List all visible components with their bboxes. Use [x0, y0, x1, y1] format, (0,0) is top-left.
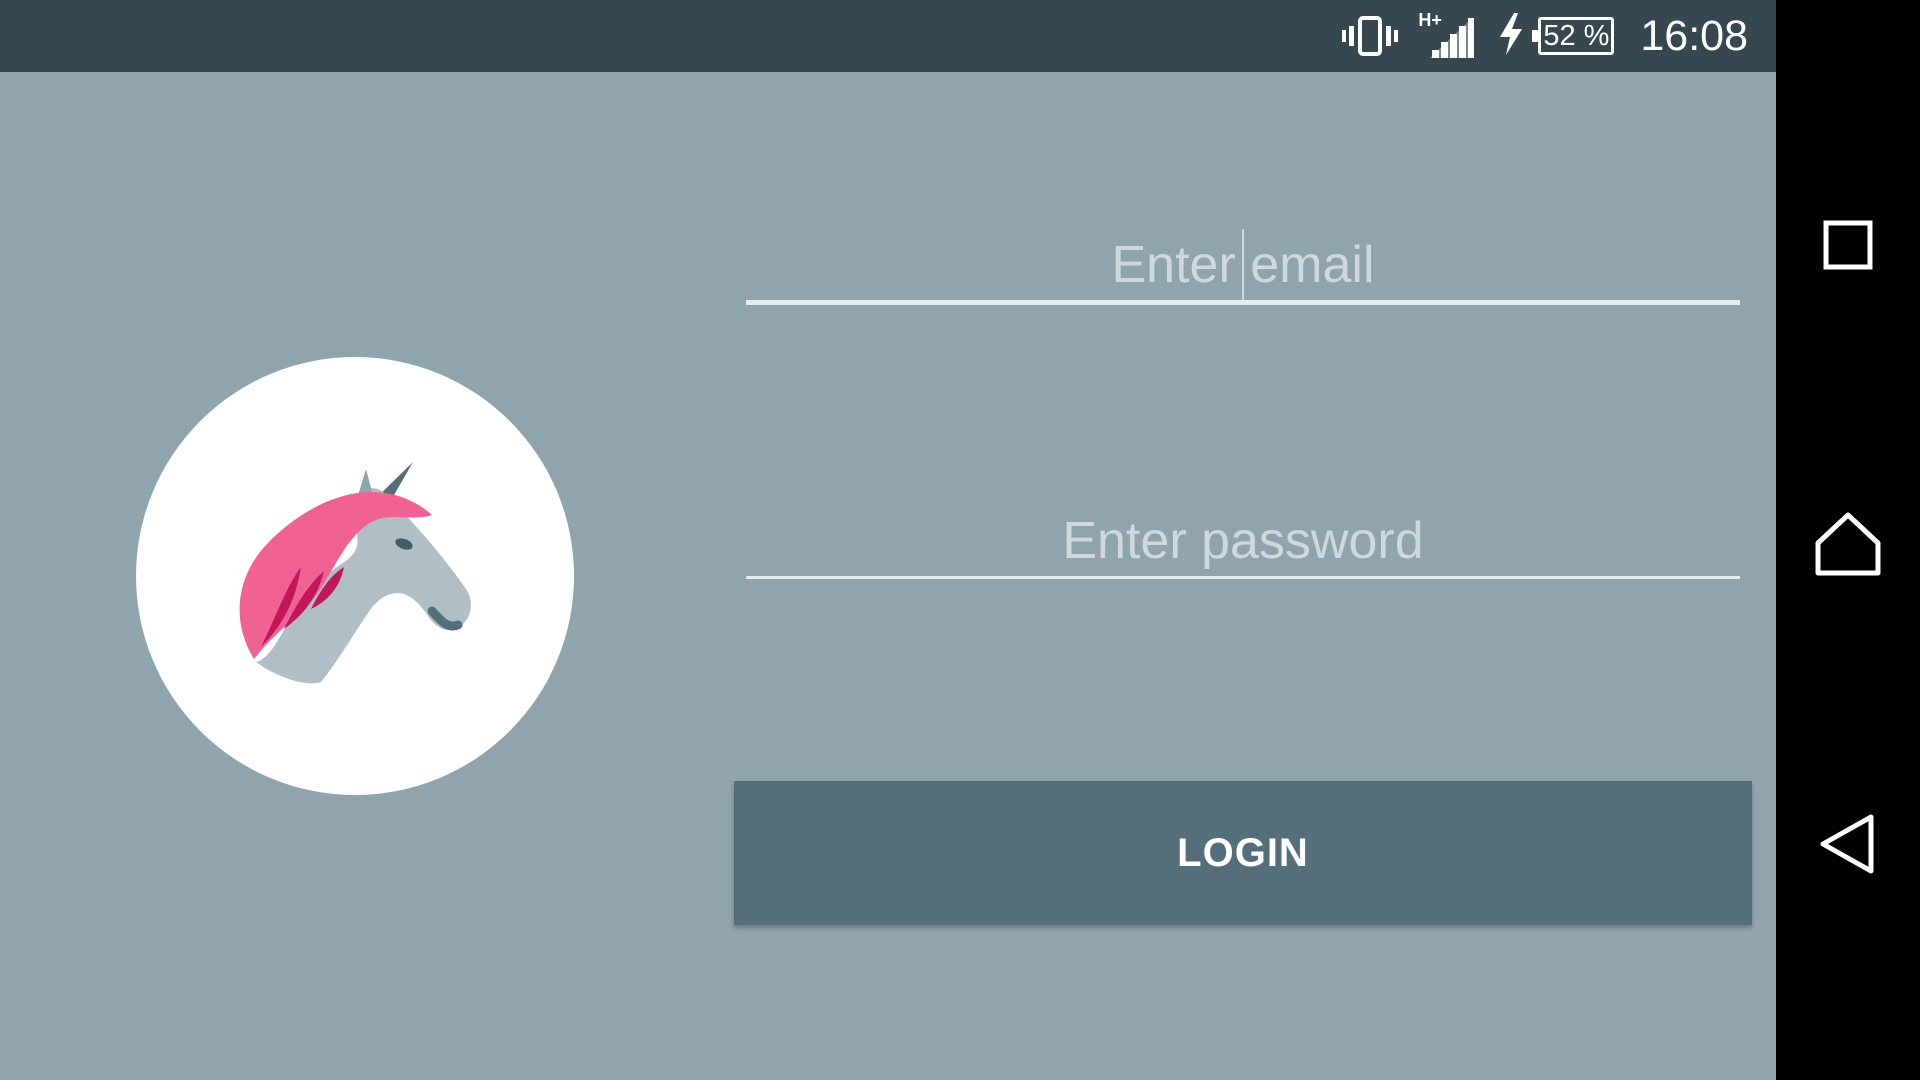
home-button[interactable]	[1808, 504, 1888, 584]
unicorn-icon	[239, 462, 471, 684]
login-button[interactable]: LOGIN	[734, 781, 1752, 925]
battery-level: 52 %	[1543, 19, 1610, 52]
back-button[interactable]	[1808, 804, 1888, 884]
logo-circle	[136, 357, 574, 795]
status-icons: H+ 52 % 16:08	[1340, 0, 1776, 72]
email-underline	[746, 300, 1740, 305]
status-bar: H+ 52 % 16:08	[0, 0, 1776, 72]
charging-bolt-icon	[1498, 12, 1524, 60]
navigation-bar	[1776, 0, 1920, 1080]
recent-apps-button[interactable]	[1808, 205, 1888, 285]
password-field-container	[746, 506, 1740, 579]
password-underline	[746, 576, 1740, 579]
login-screen: H+ 52 % 16:08 Enter email LOGIN	[0, 0, 1776, 1080]
status-clock: 16:08	[1640, 11, 1748, 60]
cellular-signal-icon: H+	[1418, 10, 1480, 60]
vibrate-icon	[1340, 12, 1400, 60]
text-cursor	[1242, 229, 1244, 300]
back-triangle-icon	[1820, 814, 1874, 874]
battery-indicator: 52 %	[1498, 12, 1615, 60]
home-icon	[1815, 512, 1881, 576]
square-icon	[1823, 220, 1873, 270]
battery-nub	[1532, 30, 1539, 42]
password-input[interactable]	[746, 506, 1740, 576]
battery-icon: 52 %	[1532, 17, 1615, 55]
